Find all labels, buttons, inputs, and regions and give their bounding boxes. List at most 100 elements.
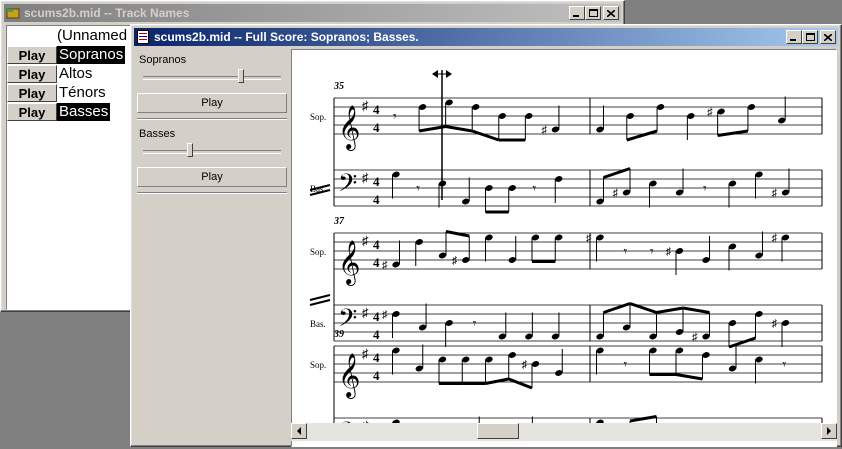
- time-signature-bottom: 4: [373, 120, 380, 135]
- horizontal-scrollbar[interactable]: [291, 423, 837, 441]
- divider: [137, 192, 287, 194]
- scroll-right-button[interactable]: [821, 423, 837, 439]
- track-names-title: scums2b.mid -- Track Names: [24, 6, 190, 20]
- rest-icon: 𝄾: [783, 358, 787, 373]
- time-signature-bottom: 4: [373, 327, 380, 342]
- accidental-icon: ♯: [666, 246, 672, 258]
- time-signature-bottom: 4: [373, 192, 380, 207]
- slider-thumb[interactable]: [238, 69, 245, 83]
- volume-slider[interactable]: [143, 143, 281, 157]
- play-part-button[interactable]: Play: [137, 93, 287, 113]
- minimize-button[interactable]: [569, 6, 585, 20]
- part-label: Basses: [139, 128, 176, 140]
- rest-icon: 𝄾: [650, 245, 654, 260]
- bass-clef-icon: 𝄢: [338, 170, 357, 203]
- play-track-button[interactable]: Play: [7, 46, 57, 64]
- maximize-button[interactable]: [802, 30, 818, 44]
- maximize-button[interactable]: [585, 6, 601, 20]
- slider-thumb[interactable]: [186, 143, 193, 157]
- sharp-icon: ♯: [362, 170, 369, 185]
- minimize-icon: [790, 38, 796, 41]
- treble-clef-icon: 𝄞: [338, 241, 360, 286]
- note-beam: [675, 373, 703, 381]
- time-signature-top: 4: [373, 174, 380, 189]
- close-button[interactable]: [820, 30, 836, 44]
- minimize-button[interactable]: [786, 30, 802, 44]
- track-list: (Unnamed Play Sopranos Play Altos Play T…: [6, 25, 134, 310]
- accidental-icon: ♯: [382, 260, 388, 272]
- sharp-icon: ♯: [362, 346, 369, 361]
- accidental-icon: ♯: [692, 332, 698, 344]
- part-controls: Sopranos Play Basses Play: [137, 49, 287, 449]
- note-beam: [682, 306, 710, 314]
- accidental-icon: ♯: [452, 255, 458, 267]
- accidental-icon: ♯: [707, 107, 713, 119]
- track-name[interactable]: Altos: [57, 65, 94, 83]
- scroll-right-icon: [827, 427, 831, 435]
- note-beam: [656, 306, 684, 314]
- track-row: Play Sopranos: [7, 46, 126, 64]
- play-track-button[interactable]: Play: [7, 65, 57, 83]
- score-sheet[interactable]: 35Sop.𝄞♯44𝄾♯♯Bas.𝄢♯44𝄾𝄾♯𝄾♯37Sop.𝄞♯44♯♯♯𝄾…: [291, 49, 837, 447]
- track-row: Play Altos: [7, 65, 94, 83]
- track-name[interactable]: Ténors: [57, 84, 108, 102]
- track-name[interactable]: Basses: [57, 103, 111, 121]
- score-doc-icon: [137, 30, 149, 44]
- measure-number: 39: [333, 329, 344, 340]
- note-beam: [508, 377, 533, 390]
- accidental-icon: ♯: [772, 318, 778, 330]
- rest-icon: 𝄾: [624, 245, 628, 260]
- play-track-button[interactable]: Play: [7, 103, 57, 121]
- note-beam: [626, 129, 658, 142]
- staff-label: Sop.: [310, 360, 326, 370]
- accidental-icon: ♯: [613, 188, 619, 200]
- note-beam: [485, 377, 510, 385]
- close-icon: [607, 9, 615, 17]
- track-row: (Unnamed: [7, 27, 129, 45]
- rest-icon: 𝄾: [416, 182, 420, 197]
- scroll-left-icon: [297, 427, 301, 435]
- track-names-titlebar[interactable]: scums2b.mid -- Track Names: [4, 4, 621, 22]
- accidental-icon: ♯: [382, 309, 388, 321]
- measure-number: 35: [333, 81, 344, 92]
- scroll-thumb[interactable]: [476, 423, 519, 439]
- full-score-window[interactable]: scums2b.mid -- Full Score: Sopranos; Bas…: [130, 24, 842, 447]
- divider: [137, 118, 287, 120]
- system-separator: [309, 294, 331, 301]
- staff-label: Bas.: [310, 319, 326, 329]
- track-row: Play Basses: [7, 103, 111, 121]
- play-track-button[interactable]: Play: [7, 84, 57, 102]
- maximize-icon: [588, 9, 598, 17]
- staff-label: Sop.: [310, 247, 326, 257]
- minimize-icon: [573, 14, 579, 17]
- treble-clef-icon: 𝄞: [338, 106, 360, 151]
- full-score-title: scums2b.mid -- Full Score: Sopranos; Bas…: [154, 30, 419, 44]
- staff-label: Sop.: [310, 112, 326, 122]
- score-notation: 35Sop.𝄞♯44𝄾♯♯Bas.𝄢♯44𝄾𝄾♯𝄾♯37Sop.𝄞♯44♯♯♯𝄾…: [309, 70, 823, 446]
- note-beam: [445, 230, 470, 238]
- volume-slider[interactable]: [143, 69, 281, 83]
- time-signature-bottom: 4: [373, 368, 380, 383]
- note-beam: [445, 125, 473, 133]
- play-part-button[interactable]: Play: [137, 167, 287, 187]
- rest-icon: 𝄾: [393, 110, 397, 125]
- time-signature-top: 4: [373, 350, 380, 365]
- time-signature-top: 4: [373, 237, 380, 252]
- note-beam: [471, 129, 500, 142]
- rest-icon: 𝄾: [533, 182, 537, 197]
- part-label: Sopranos: [139, 54, 187, 66]
- note-beam: [717, 129, 749, 137]
- track-name[interactable]: (Unnamed: [55, 27, 129, 45]
- sharp-icon: ♯: [362, 305, 369, 320]
- note-beam: [629, 415, 657, 423]
- sharp-icon: ♯: [362, 233, 369, 248]
- scroll-left-button[interactable]: [291, 423, 307, 439]
- track-name[interactable]: Sopranos: [57, 46, 126, 64]
- accidental-icon: ♯: [541, 125, 547, 137]
- close-button[interactable]: [603, 6, 619, 20]
- full-score-titlebar[interactable]: scums2b.mid -- Full Score: Sopranos; Bas…: [134, 28, 838, 46]
- measure-number: 37: [333, 216, 345, 227]
- midi-file-icon: [6, 8, 20, 19]
- accidental-icon: ♯: [772, 233, 778, 245]
- maximize-icon: [805, 33, 815, 41]
